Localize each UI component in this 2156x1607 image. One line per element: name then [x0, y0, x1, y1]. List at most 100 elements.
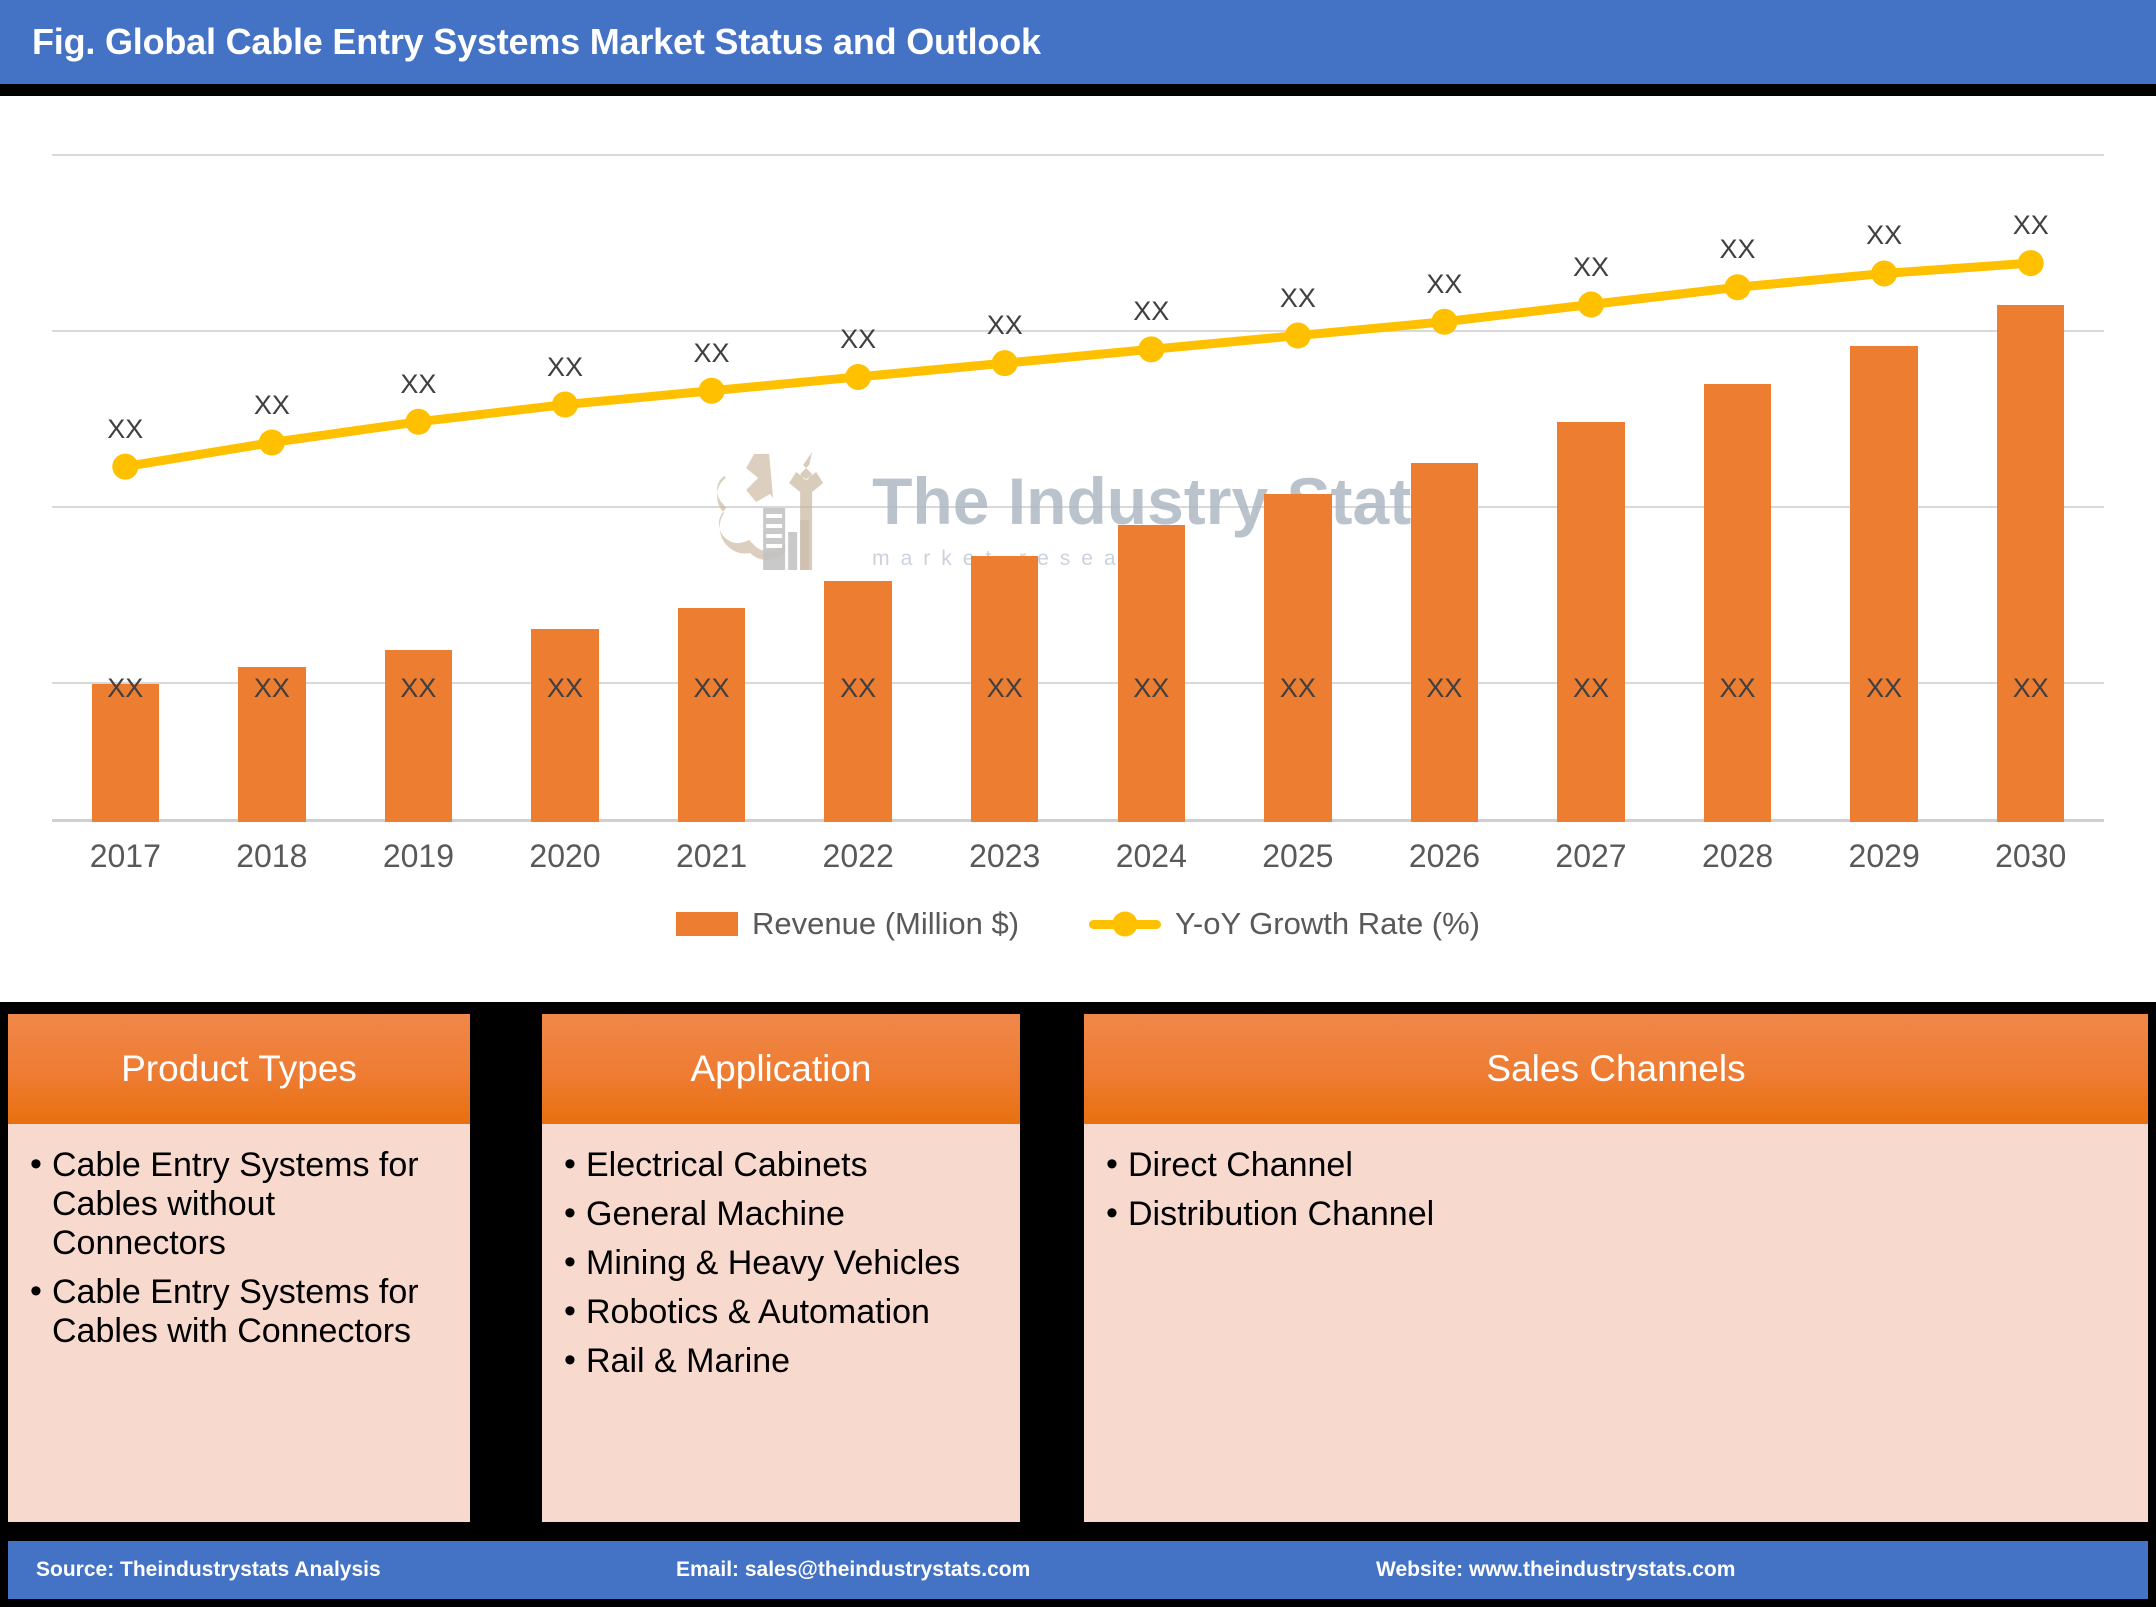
bar: XX — [1997, 304, 2065, 822]
bar: XX — [1264, 494, 1332, 822]
x-axis-tick-label: 2024 — [1115, 838, 1187, 874]
panel-list: Direct Channel Distribution Channel — [1102, 1145, 2130, 1234]
line-data-label: XX — [1572, 251, 1610, 282]
x-axis-tick-label: 2026 — [1408, 838, 1481, 874]
legend-label: Revenue (Million $) — [751, 906, 1020, 941]
panel-body: Electrical Cabinets General Machine Mining… — [542, 1124, 1020, 1522]
line-data-label: XX — [253, 389, 290, 420]
bar: XX — [91, 673, 159, 822]
bar-data-label: XX — [400, 673, 437, 703]
x-axis-tick-label: 2018 — [236, 838, 308, 874]
x-axis-tick-label: 2030 — [1995, 838, 2067, 874]
panel-body: Direct Channel Distribution Channel — [1084, 1124, 2148, 1522]
bar-data-label: XX — [1572, 673, 1609, 703]
bar-slot: XX — [1225, 132, 1372, 822]
legend-swatch-icon — [675, 912, 738, 936]
panel-header: Product Types — [8, 1014, 470, 1124]
panel-body: Cable Entry Systems for Cables without C… — [8, 1124, 470, 1522]
bar-slot: XX — [52, 132, 199, 822]
line-data-label: XX — [986, 310, 1023, 341]
panel-application: Application Electrical Cabinets General M… — [542, 1014, 1020, 1522]
x-axis-tick-label: 2020 — [529, 838, 601, 874]
x-axis-tick-label: 2025 — [1262, 838, 1334, 874]
panel-header: Sales Channels — [1084, 1014, 2148, 1124]
list-item: Electrical Cabinets — [560, 1145, 1002, 1185]
line-data-label: XX — [546, 351, 584, 382]
bar: XX — [384, 649, 453, 822]
x-axis-tick-label: 2023 — [969, 838, 1041, 874]
list-item: Cable Entry Systems for Cables without C… — [26, 1145, 452, 1263]
panel-list: Electrical Cabinets General Machine Mining… — [560, 1145, 1002, 1381]
x-axis-tick-label: 2021 — [675, 838, 748, 874]
footer-bar: Source: Theindustrystats Analysis Email:… — [8, 1541, 2148, 1599]
bar-data-label: XX — [253, 673, 290, 703]
list-item: General Machine — [560, 1194, 1002, 1234]
chart-card: The Industry Stats market research XX XX X… — [0, 96, 2156, 1002]
panel-list: Cable Entry Systems for Cables without C… — [26, 1145, 452, 1351]
bar-data-label: XX — [1426, 673, 1463, 703]
x-axis-tick-label: 2029 — [1848, 838, 1920, 874]
list-item: Distribution Channel — [1102, 1194, 2130, 1234]
panel-product-types: Product Types Cable Entry Systems for Ca… — [8, 1014, 470, 1522]
line-data-label: XX — [2012, 210, 2049, 241]
x-axis-tick-label: 2028 — [1701, 838, 1774, 874]
bar-slot: XX — [492, 132, 639, 822]
bar-slot: XX — [1371, 132, 1518, 822]
footer-website[interactable]: Website: www.theindustrystats.com — [1376, 1558, 1735, 1582]
bar-series: XX XX XX XX XX XX XX XX XX XX XX XX XX XX — [52, 132, 2104, 822]
line-data-label: XX — [1426, 268, 1463, 299]
bar: XX — [531, 628, 599, 822]
footer-email[interactable]: Email: sales@theindustrystats.com — [676, 1558, 1030, 1582]
line-data-label: XX — [840, 323, 877, 354]
bar-slot: XX — [345, 132, 492, 822]
bar-data-label: XX — [2012, 673, 2049, 703]
bar-data-label: XX — [693, 673, 730, 703]
legend-item-growth-rate[interactable]: Y-oY Growth Rate (%) — [1089, 906, 1480, 942]
line-data-label: XX — [400, 368, 437, 399]
x-axis-labels: 2017 2018 2019 2020 2021 2022 2023 2024 2025 2026… — [52, 838, 2104, 884]
legend-label: Y-oY Growth Rate (%) — [1175, 906, 1481, 941]
bar: XX — [677, 608, 746, 822]
bar-data-label: XX — [1279, 673, 1316, 703]
line-data-label: XX — [107, 413, 144, 444]
line-data-label: XX — [1279, 282, 1316, 313]
x-axis-tick-label: 2022 — [822, 838, 894, 874]
x-axis-tick-label: 2027 — [1555, 838, 1627, 874]
legend-item-revenue[interactable]: Revenue (Million $) — [675, 906, 1020, 942]
line-data-label: XX — [1133, 296, 1170, 327]
bar: XX — [1557, 421, 1625, 822]
line-data-label: XX — [1719, 234, 1756, 265]
figure-root: Fig. Global Cable Entry Systems Market S… — [0, 0, 2156, 1607]
line-data-label: XX — [693, 337, 730, 368]
bar-data-label: XX — [1719, 673, 1756, 703]
bar: XX — [1850, 345, 1918, 822]
list-item: Cable Entry Systems for Cables with Conn… — [26, 1272, 452, 1351]
list-item: Direct Channel — [1102, 1145, 2130, 1185]
panel-heading: Application — [690, 1048, 872, 1089]
list-item: Mining & Heavy Vehicles — [560, 1243, 1002, 1283]
bar-slot: XX — [199, 132, 346, 822]
segment-panels: Product Types Cable Entry Systems for Ca… — [0, 1014, 2156, 1522]
bar-slot: XX — [785, 132, 932, 822]
line-data-label: XX — [1866, 220, 1903, 251]
bar-data-label: XX — [986, 673, 1023, 703]
panel-heading: Product Types — [121, 1048, 357, 1089]
legend-line-dot-icon — [1089, 919, 1162, 929]
bar-slot: XX — [1078, 132, 1225, 822]
bar: XX — [1703, 383, 1772, 822]
bar-slot: XX — [1518, 132, 1665, 822]
bar: XX — [1410, 463, 1479, 822]
bar: XX — [971, 556, 1039, 822]
bar-data-label: XX — [1866, 673, 1903, 703]
list-item: Robotics & Automation — [560, 1292, 1002, 1332]
bar-data-label: XX — [1133, 673, 1170, 703]
bar-data-label: XX — [107, 673, 144, 703]
panel-heading: Sales Channels — [1486, 1048, 1746, 1089]
chart-plot-area: The Industry Stats market research XX XX X… — [52, 132, 2104, 822]
title-bar: Fig. Global Cable Entry Systems Market S… — [0, 0, 2156, 90]
bar: XX — [238, 666, 306, 822]
x-axis-tick-label: 2019 — [382, 838, 455, 874]
panel-sales-channels: Sales Channels Direct Channel Distributio… — [1084, 1014, 2148, 1522]
bar-data-label: XX — [840, 673, 877, 703]
footer-source: Source: Theindustrystats Analysis — [36, 1558, 381, 1581]
